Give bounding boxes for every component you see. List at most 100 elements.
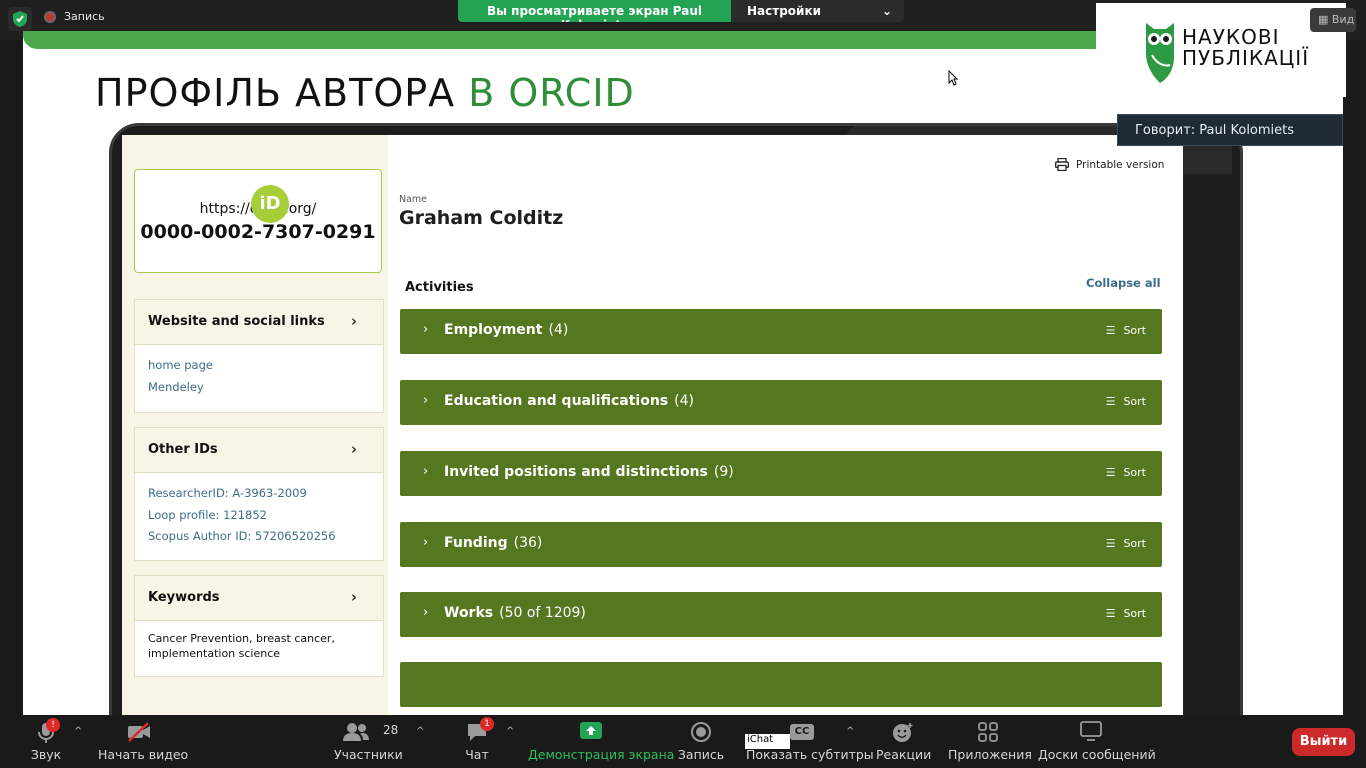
printable-version-link[interactable]: Printable version	[1055, 158, 1164, 171]
audio-label: Звук	[30, 747, 62, 762]
view-button-label: Вид	[1331, 13, 1355, 26]
section-employment[interactable]: › Employment (4) ☰ Sort	[400, 309, 1162, 354]
sort-button[interactable]: ☰ Sort	[1106, 607, 1146, 620]
section-education[interactable]: › Education and qualifications (4) ☰ Sort	[400, 380, 1162, 425]
link-scopus-author-id[interactable]: Scopus Author ID: 57206520256	[148, 526, 370, 548]
apps-button[interactable]: Приложения	[948, 715, 1032, 768]
panel-title: Keywords	[148, 590, 220, 605]
section-label: Funding (36)	[444, 535, 543, 551]
chevron-right-icon: ›	[423, 605, 429, 620]
video-off-icon	[128, 722, 150, 742]
record-label: Запись	[677, 747, 725, 762]
section-label: Education and qualifications (4)	[444, 393, 694, 409]
smiley-icon	[893, 723, 913, 742]
chevron-right-icon: ›	[350, 312, 357, 330]
researcher-name: Graham Colditz	[399, 207, 564, 229]
cc-icon: CC	[790, 724, 814, 740]
share-banner-viewing-text: Вы просматриваете экран Paul Kolomiets	[458, 0, 731, 22]
chat-button[interactable]: 1 Чат	[456, 715, 498, 768]
participants-label: Участники	[334, 747, 403, 762]
slide-title: ПРОФІЛЬ АВТОРА В ORCID	[95, 71, 635, 115]
collapse-all-button[interactable]: Collapse all	[1086, 276, 1161, 290]
panel-other-ids: Other IDs › ResearcherID: A-3963-2009 Lo…	[134, 427, 384, 561]
sort-lines-icon: ☰	[1105, 537, 1116, 550]
ichat-overlay[interactable]: iChat	[745, 734, 790, 749]
recording-indicator[interactable]: Запись	[44, 10, 105, 23]
leave-meeting-button[interactable]: Выйти	[1292, 728, 1355, 756]
link-loop-profile[interactable]: Loop profile: 121852	[148, 505, 370, 527]
logo-line-1: НАУКОВІ	[1182, 25, 1280, 49]
section-invited-positions[interactable]: › Invited positions and distinctions (9) …	[400, 451, 1162, 496]
panel-body: Cancer Prevention, breast cancer, implem…	[135, 621, 383, 671]
apps-label: Приложения	[948, 747, 1032, 762]
chevron-right-icon: ›	[423, 322, 429, 337]
grid-icon: ▦	[1318, 13, 1329, 26]
reactions-button[interactable]: Реакции	[876, 715, 932, 768]
owl-logo-icon	[1146, 23, 1174, 83]
start-video-label: Начать видео	[98, 747, 189, 762]
printable-label: Printable version	[1076, 158, 1165, 171]
name-label: Name	[399, 194, 428, 205]
panel-title: Other IDs	[148, 442, 218, 457]
section-works[interactable]: › Works (50 of 1209) ☰ Sort	[400, 592, 1162, 637]
sort-lines-icon: ☰	[1105, 395, 1116, 408]
panel-title: Website and social links	[148, 314, 325, 329]
captions-options-caret-icon[interactable]: ^	[846, 726, 854, 737]
show-captions-label: Показать субтитры	[746, 747, 874, 762]
mouse-cursor-icon	[948, 70, 958, 86]
section-label: Works (50 of 1209)	[444, 605, 586, 621]
panel-header-other-ids[interactable]: Other IDs ›	[135, 428, 383, 473]
zoom-bottom-toolbar: ! Звук ^ Начать видео Участники 28 ^ 1 Ч…	[0, 715, 1366, 768]
section-partial[interactable]	[400, 662, 1162, 707]
chevron-right-icon: ›	[423, 393, 429, 408]
record-button[interactable]: Запись	[676, 715, 726, 768]
sort-lines-icon: ☰	[1105, 466, 1116, 479]
chevron-right-icon: ›	[423, 464, 429, 479]
panel-header-keywords[interactable]: Keywords ›	[135, 576, 383, 621]
audio-options-caret-icon[interactable]: ^	[74, 726, 82, 737]
logo-text: НАУКОВІ ПУБЛІКАЦІЇ	[1182, 27, 1309, 69]
sort-button[interactable]: ☰ Sort	[1106, 466, 1146, 479]
link-researcher-id[interactable]: ResearcherID: A-3963-2009	[148, 483, 370, 505]
slide-title-accent: В ORCID	[468, 71, 635, 115]
share-screen-icon	[580, 722, 602, 739]
reactions-label: Реакции	[876, 747, 932, 762]
section-funding[interactable]: › Funding (36) ☰ Sort	[400, 522, 1162, 567]
chevron-right-icon: ›	[350, 588, 357, 606]
record-icon	[691, 722, 711, 742]
participants-options-caret-icon[interactable]: ^	[416, 726, 424, 737]
whiteboards-button[interactable]: Доски сообщений	[1038, 715, 1156, 768]
link-home-page[interactable]: home page	[148, 355, 370, 377]
security-shield-icon[interactable]	[8, 7, 32, 31]
view-settings-label: Настройки просмотра	[747, 4, 822, 22]
chevron-down-icon: ⌄	[881, 4, 892, 18]
view-settings-button[interactable]: Настройки просмотра ⌄	[731, 0, 904, 22]
audio-alert-badge: !	[46, 718, 60, 732]
link-mendeley[interactable]: Mendeley	[148, 377, 370, 399]
activities-heading: Activities	[405, 280, 474, 295]
participants-icon	[343, 723, 369, 741]
orcid-id-number: 0000-0002-7307-0291	[140, 221, 376, 243]
share-screen-button[interactable]: Демонстрация экрана	[528, 715, 674, 768]
logo-line-2: ПУБЛІКАЦІЇ	[1182, 46, 1310, 70]
participants-count: 28	[383, 723, 399, 737]
section-label: Invited positions and distinctions (9)	[444, 464, 734, 480]
panel-website-links: Website and social links › home page Men…	[134, 299, 384, 413]
whiteboard-icon	[1080, 721, 1102, 741]
orcid-profile-screen: iD https://orcid.org/ 0000-0002-7307-029…	[122, 135, 1183, 715]
section-label: Employment (4)	[444, 322, 569, 338]
sort-lines-icon: ☰	[1105, 607, 1116, 620]
naukovi-publikatsii-logo: НАУКОВІ ПУБЛІКАЦІЇ	[1096, 3, 1346, 97]
view-button[interactable]: ▦ Вид	[1310, 8, 1356, 32]
orcid-id-card: iD https://orcid.org/ 0000-0002-7307-029…	[134, 169, 382, 273]
orcid-sidebar: iD https://orcid.org/ 0000-0002-7307-029…	[122, 135, 388, 715]
chat-options-caret-icon[interactable]: ^	[506, 726, 514, 737]
panel-body: ResearcherID: A-3963-2009 Loop profile: …	[135, 473, 383, 558]
sort-button[interactable]: ☰ Sort	[1106, 324, 1146, 337]
sort-button[interactable]: ☰ Sort	[1106, 395, 1146, 408]
audio-button[interactable]: ! Звук	[20, 715, 72, 768]
start-video-button[interactable]: Начать видео	[98, 715, 189, 768]
record-dot-icon	[44, 10, 56, 23]
panel-header-website-links[interactable]: Website and social links ›	[135, 300, 383, 345]
sort-button[interactable]: ☰ Sort	[1106, 537, 1146, 550]
